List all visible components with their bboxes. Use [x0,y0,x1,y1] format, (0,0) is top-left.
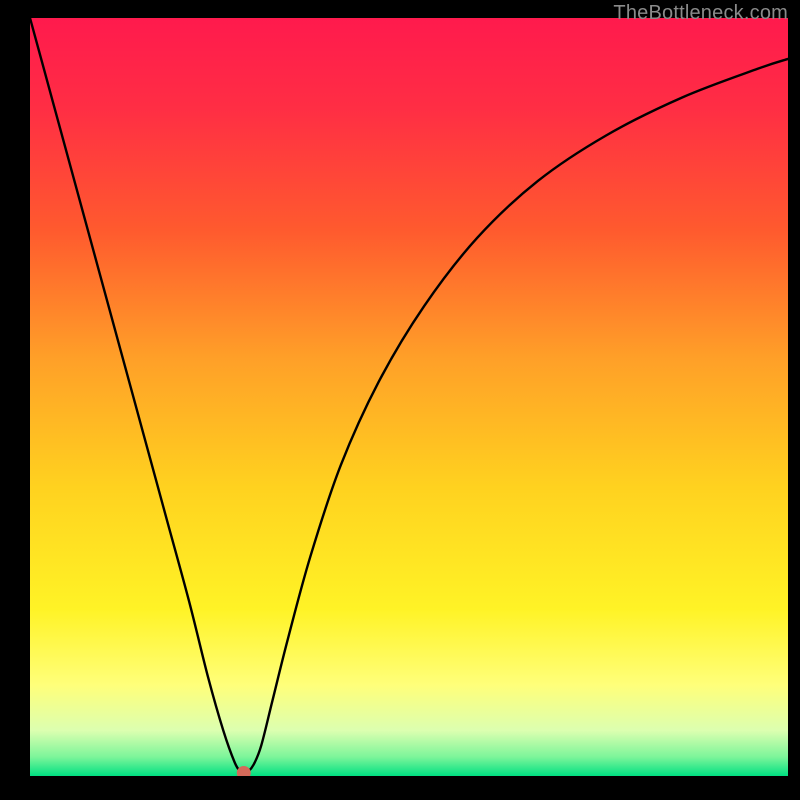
watermark-text: TheBottleneck.com [613,2,788,25]
chart-frame [30,18,788,776]
gradient-bg [30,18,788,776]
chart-svg [30,18,788,776]
